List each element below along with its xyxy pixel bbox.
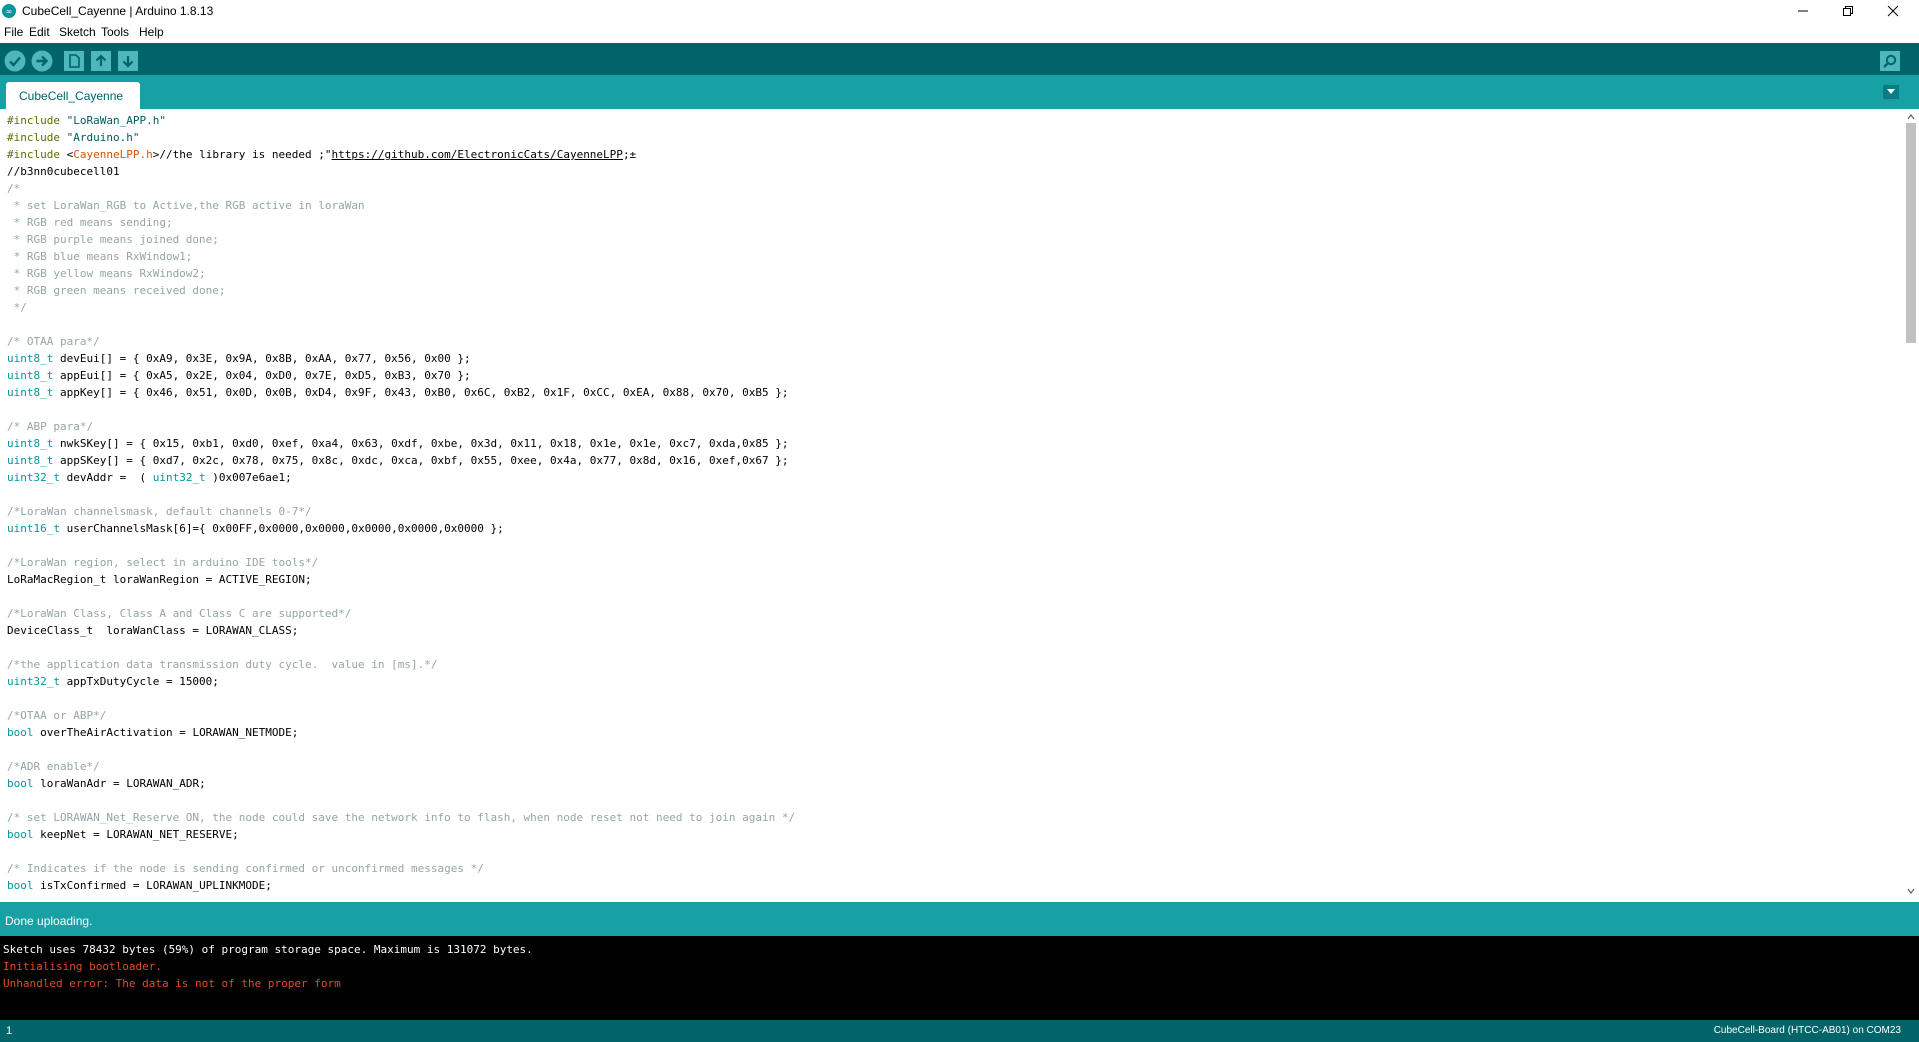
code-line[interactable]: bool keepNet = LORAWAN_NET_RESERVE; bbox=[7, 826, 795, 843]
code-line[interactable]: /*OTAA or ABP*/ bbox=[7, 707, 795, 724]
tab-label: CubeCell_Cayenne bbox=[19, 89, 124, 103]
code-line[interactable] bbox=[7, 401, 795, 418]
code-editor[interactable]: #include "LoRaWan_APP.h" #include "Arduin… bbox=[0, 109, 1903, 899]
console-output[interactable]: Sketch uses 78432 bytes (59%) of program… bbox=[0, 936, 1919, 1020]
code-line[interactable]: /*the application data transmission duty… bbox=[7, 656, 795, 673]
save-button[interactable] bbox=[117, 50, 139, 72]
check-icon bbox=[4, 50, 26, 72]
window-title: CubeCell_Cayenne | Arduino 1.8.13 bbox=[22, 4, 214, 18]
arrow-right-icon bbox=[31, 50, 53, 72]
console-line: Initialising bootloader. bbox=[3, 960, 162, 973]
restore-icon bbox=[1843, 6, 1853, 16]
code-line[interactable] bbox=[7, 537, 795, 554]
menu-edit[interactable]: Edit bbox=[29, 25, 50, 39]
minimize-button[interactable] bbox=[1781, 0, 1825, 22]
code-line[interactable]: bool loraWanAdr = LORAWAN_ADR; bbox=[7, 775, 795, 792]
status-message: Done uploading. bbox=[5, 914, 93, 928]
scrollbar-thumb[interactable] bbox=[1906, 123, 1916, 343]
bottom-status-bar: 1 CubeCell-Board (HTCC-AB01) on COM23 bbox=[0, 1020, 1919, 1042]
code-line[interactable]: /* Indicates if the node is sending conf… bbox=[7, 860, 795, 877]
code-line[interactable]: /*LoraWan region, select in arduino IDE … bbox=[7, 554, 795, 571]
code-line[interactable]: * RGB blue means RxWindow1; bbox=[7, 248, 795, 265]
board-port-info: CubeCell-Board (HTCC-AB01) on COM23 bbox=[1713, 1025, 1901, 1036]
code-line[interactable]: * set LoraWan_RGB to Active,the RGB acti… bbox=[7, 197, 795, 214]
open-button[interactable] bbox=[90, 50, 112, 72]
code-line[interactable] bbox=[7, 588, 795, 605]
code-line[interactable]: /*ADR enable*/ bbox=[7, 758, 795, 775]
code-line[interactable]: DeviceClass_t loraWanClass = LORAWAN_CLA… bbox=[7, 622, 795, 639]
tab-strip: CubeCell_Cayenne bbox=[0, 75, 1919, 109]
serial-monitor-button[interactable] bbox=[1879, 50, 1901, 72]
code-line[interactable]: uint8_t appEui[] = { 0xA5, 0x2E, 0x04, 0… bbox=[7, 367, 795, 384]
arrow-up-icon bbox=[91, 51, 111, 71]
tab-menu-button[interactable] bbox=[1883, 85, 1899, 99]
code-line[interactable]: uint8_t appSKey[] = { 0xd7, 0x2c, 0x78, … bbox=[7, 452, 795, 469]
code-line[interactable] bbox=[7, 690, 795, 707]
code-line[interactable]: bool overTheAirActivation = LORAWAN_NETM… bbox=[7, 724, 795, 741]
code-text[interactable]: #include "LoRaWan_APP.h" #include "Arduin… bbox=[7, 112, 795, 894]
scroll-up-icon[interactable] bbox=[1907, 113, 1915, 121]
code-line[interactable] bbox=[7, 792, 795, 809]
close-button[interactable] bbox=[1871, 0, 1915, 22]
code-line[interactable]: * RGB red means sending; bbox=[7, 214, 795, 231]
upload-button[interactable] bbox=[31, 50, 53, 72]
menu-bar: File Edit Sketch Tools Help bbox=[0, 22, 1919, 42]
code-line[interactable]: #include "Arduino.h" bbox=[7, 129, 795, 146]
code-line[interactable]: * RGB green means received done; bbox=[7, 282, 795, 299]
tab-cubecell-cayenne[interactable]: CubeCell_Cayenne bbox=[6, 82, 140, 109]
arrow-down-icon bbox=[118, 51, 138, 71]
code-line[interactable]: uint32_t appTxDutyCycle = 15000; bbox=[7, 673, 795, 690]
code-line[interactable]: uint8_t nwkSKey[] = { 0x15, 0xb1, 0xd0, … bbox=[7, 435, 795, 452]
verify-button[interactable] bbox=[4, 50, 26, 72]
menu-tools[interactable]: Tools bbox=[101, 25, 129, 39]
editor-vertical-scrollbar[interactable] bbox=[1903, 109, 1919, 899]
console-line: Unhandled error: The data is not of the … bbox=[3, 977, 341, 990]
menu-sketch[interactable]: Sketch bbox=[59, 25, 96, 39]
code-line[interactable]: /* bbox=[7, 180, 795, 197]
code-line[interactable]: LoRaMacRegion_t loraWanRegion = ACTIVE_R… bbox=[7, 571, 795, 588]
code-line[interactable]: /* set LORAWAN_Net_Reserve ON, the node … bbox=[7, 809, 795, 826]
toolbar bbox=[0, 43, 1919, 75]
close-icon bbox=[1887, 5, 1899, 17]
code-line[interactable] bbox=[7, 486, 795, 503]
title-bar: ∞ CubeCell_Cayenne | Arduino 1.8.13 bbox=[0, 0, 1919, 22]
status-bar: Done uploading. bbox=[0, 902, 1919, 936]
code-line[interactable] bbox=[7, 639, 795, 656]
code-line[interactable]: #include <CayenneLPP.h>//the library is … bbox=[7, 146, 795, 163]
svg-text:∞: ∞ bbox=[6, 7, 13, 16]
new-file-icon bbox=[64, 51, 84, 71]
code-line[interactable]: uint16_t userChannelsMask[6]={ 0x00FF,0x… bbox=[7, 520, 795, 537]
code-line[interactable]: uint8_t devEui[] = { 0xA9, 0x3E, 0x9A, 0… bbox=[7, 350, 795, 367]
chevron-down-icon bbox=[1887, 89, 1895, 94]
menu-file[interactable]: File bbox=[4, 25, 23, 39]
arduino-logo-icon: ∞ bbox=[2, 4, 16, 18]
minimize-icon bbox=[1798, 10, 1808, 12]
line-number: 1 bbox=[6, 1025, 13, 1037]
scroll-down-icon[interactable] bbox=[1907, 887, 1915, 895]
console-line: Sketch uses 78432 bytes (59%) of program… bbox=[3, 943, 533, 956]
code-line[interactable]: #include "LoRaWan_APP.h" bbox=[7, 112, 795, 129]
code-line[interactable]: */ bbox=[7, 299, 795, 316]
code-line[interactable]: /* OTAA para*/ bbox=[7, 333, 795, 350]
new-button[interactable] bbox=[63, 50, 85, 72]
code-line[interactable] bbox=[7, 843, 795, 860]
code-line[interactable]: uint8_t appKey[] = { 0x46, 0x51, 0x0D, 0… bbox=[7, 384, 795, 401]
code-line[interactable]: //b3nn0cubecell01 bbox=[7, 163, 795, 180]
code-line[interactable]: * RGB purple means joined done; bbox=[7, 231, 795, 248]
code-line[interactable]: * RGB yellow means RxWindow2; bbox=[7, 265, 795, 282]
restore-button[interactable] bbox=[1826, 0, 1870, 22]
code-line[interactable]: /*LoraWan Class, Class A and Class C are… bbox=[7, 605, 795, 622]
code-line[interactable] bbox=[7, 316, 795, 333]
code-line[interactable]: uint32_t devAddr = ( uint32_t )0x007e6ae… bbox=[7, 469, 795, 486]
menu-help[interactable]: Help bbox=[139, 25, 164, 39]
magnifier-icon bbox=[1880, 51, 1900, 71]
code-line[interactable]: /*LoraWan channelsmask, default channels… bbox=[7, 503, 795, 520]
code-line[interactable] bbox=[7, 741, 795, 758]
code-line[interactable]: /* ABP para*/ bbox=[7, 418, 795, 435]
code-line[interactable]: bool isTxConfirmed = LORAWAN_UPLINKMODE; bbox=[7, 877, 795, 894]
